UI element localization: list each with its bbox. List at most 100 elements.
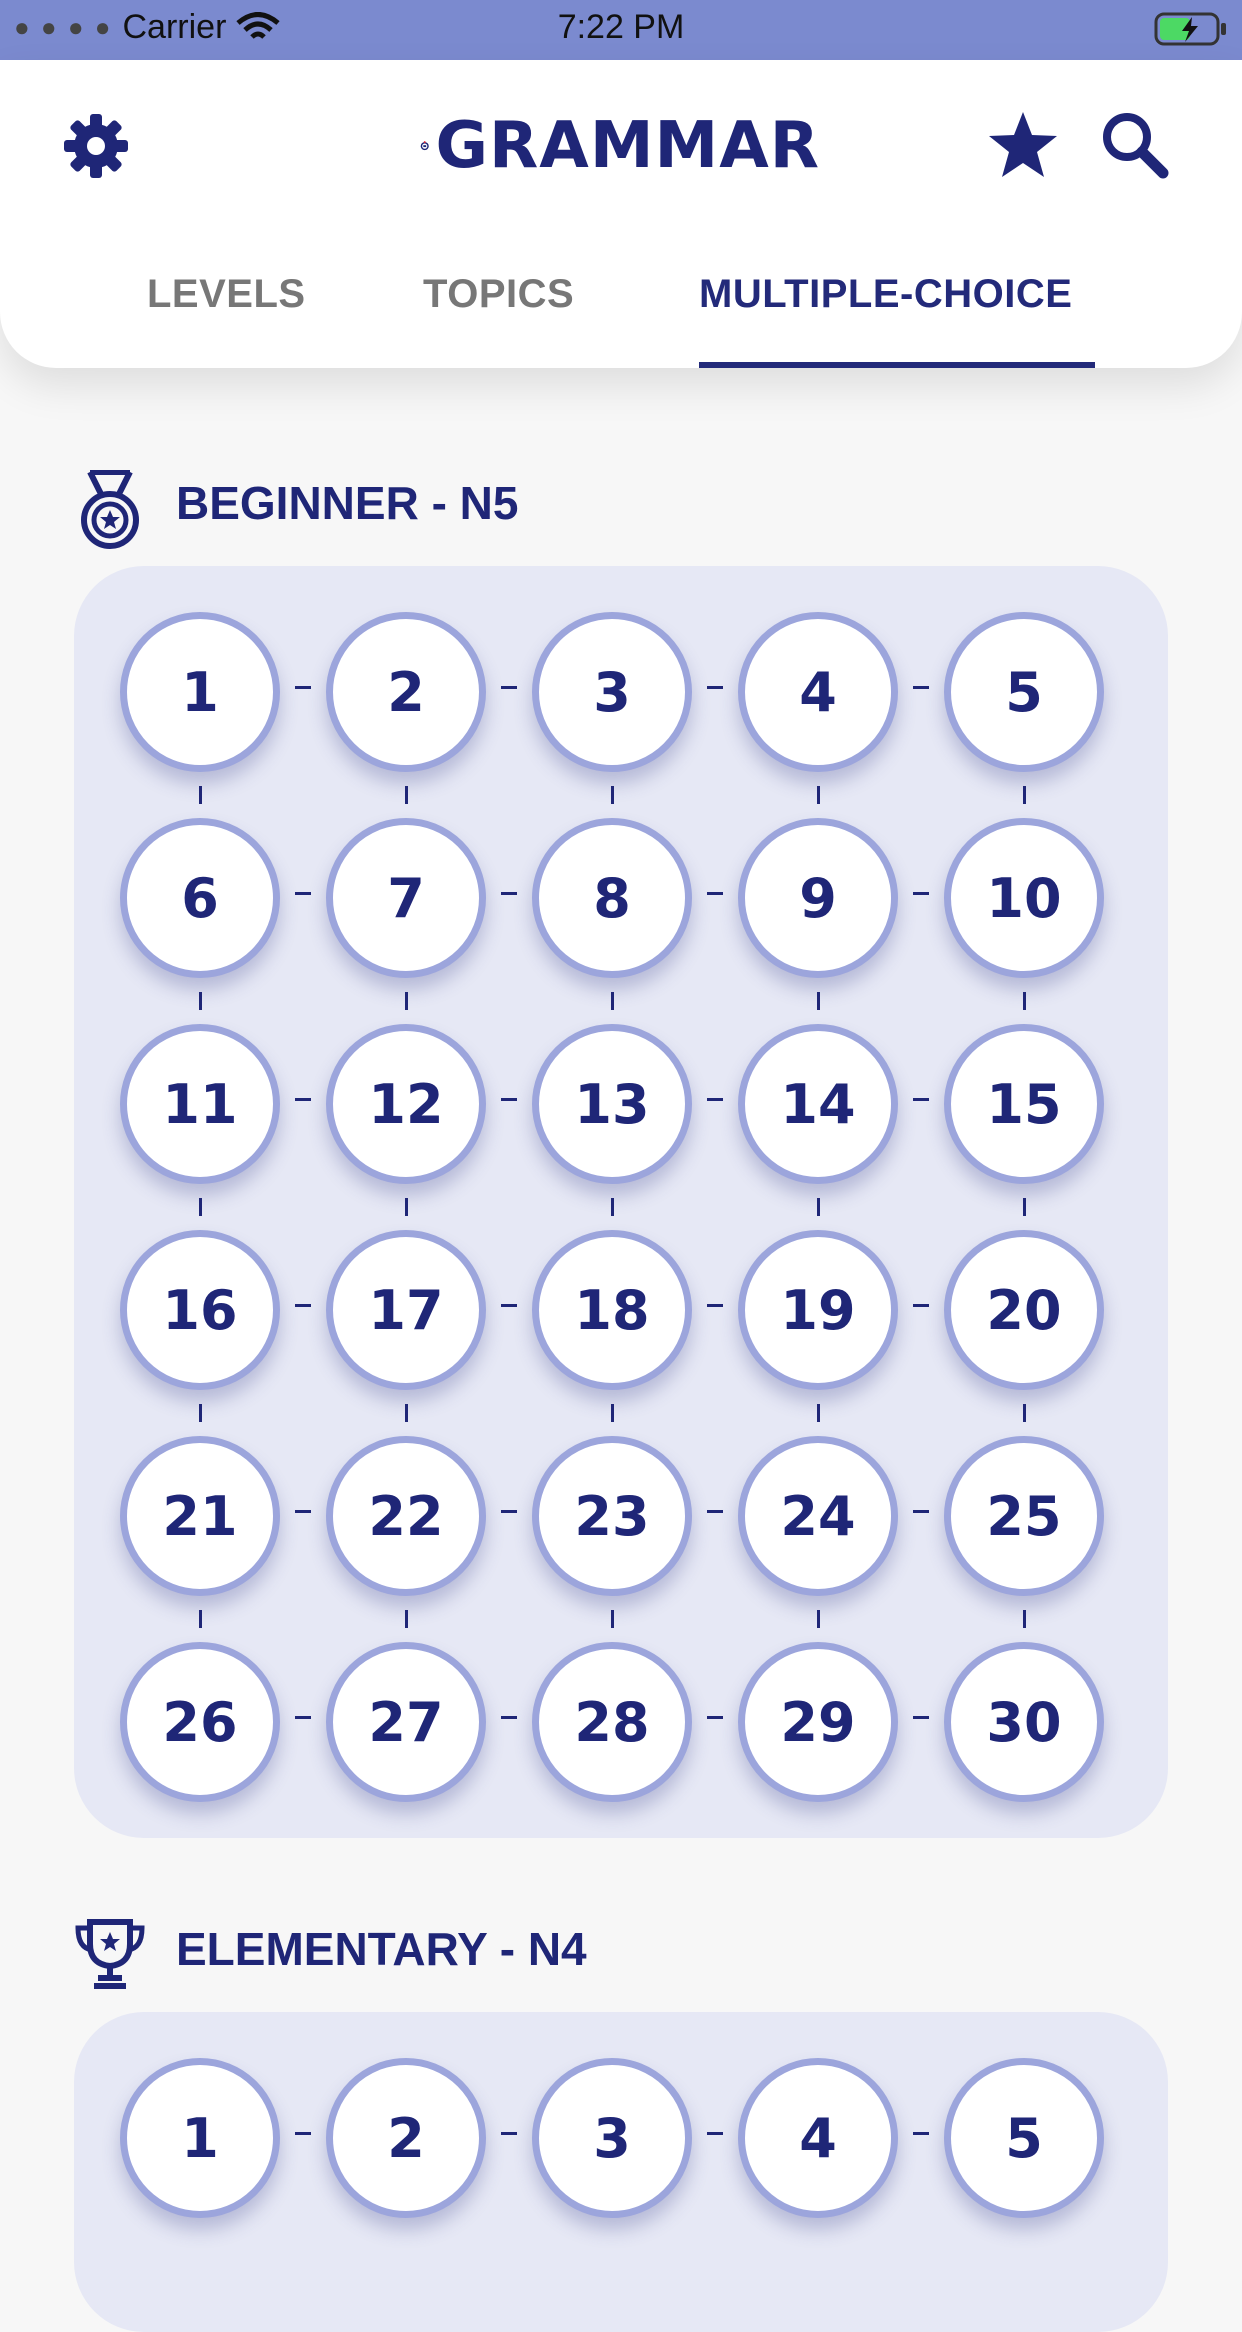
status-time: 7:22 PM [557, 8, 685, 46]
connector-line [913, 686, 929, 689]
level-button[interactable]: 19 [738, 1230, 898, 1390]
connector-line [817, 992, 820, 1010]
connector-line [405, 1610, 408, 1628]
section-title-beginner: BEGINNER - N5 [176, 477, 519, 529]
battery-icon [1154, 12, 1228, 51]
level-button[interactable]: 7 [326, 818, 486, 978]
connector-line [295, 1098, 311, 1101]
connector-line [405, 1404, 408, 1422]
connector-line [1023, 1404, 1026, 1422]
level-button[interactable]: 20 [944, 1230, 1104, 1390]
connector-line [501, 892, 517, 895]
connector-line [405, 786, 408, 804]
level-button[interactable]: 28 [532, 1642, 692, 1802]
connector-line [913, 1304, 929, 1307]
level-button[interactable]: 11 [120, 1024, 280, 1184]
level-button[interactable]: 9 [738, 818, 898, 978]
connector-line [913, 892, 929, 895]
level-button[interactable]: 3 [532, 612, 692, 772]
connector-line [405, 992, 408, 1010]
settings-gear-icon[interactable] [60, 110, 132, 182]
connector-line [913, 1098, 929, 1101]
connector-line [817, 1610, 820, 1628]
level-button[interactable]: 4 [738, 2058, 898, 2218]
connector-line [501, 686, 517, 689]
level-button[interactable]: 2 [326, 2058, 486, 2218]
level-button[interactable]: 5 [944, 612, 1104, 772]
level-button[interactable]: 1 [120, 612, 280, 772]
search-icon[interactable] [1096, 106, 1174, 184]
tab-topics[interactable]: TOPICS [423, 272, 574, 317]
level-button[interactable]: 17 [326, 1230, 486, 1390]
level-button[interactable]: 3 [532, 2058, 692, 2218]
level-button[interactable]: 27 [326, 1642, 486, 1802]
connector-line [199, 1404, 202, 1422]
level-button[interactable]: 14 [738, 1024, 898, 1184]
app-logo: GRAMMAR [420, 96, 820, 196]
connector-line [501, 1098, 517, 1101]
level-button[interactable]: 2 [326, 612, 486, 772]
level-button[interactable]: 18 [532, 1230, 692, 1390]
level-button[interactable]: 29 [738, 1642, 898, 1802]
connector-line [199, 992, 202, 1010]
connector-line [707, 2132, 723, 2135]
level-button[interactable]: 21 [120, 1436, 280, 1596]
level-button[interactable]: 12 [326, 1024, 486, 1184]
connector-line [913, 1716, 929, 1719]
level-button[interactable]: 15 [944, 1024, 1104, 1184]
connector-line [1023, 1198, 1026, 1216]
level-button[interactable]: 24 [738, 1436, 898, 1596]
level-button[interactable]: 23 [532, 1436, 692, 1596]
level-button[interactable]: 22 [326, 1436, 486, 1596]
connector-line [1023, 786, 1026, 804]
connector-line [707, 686, 723, 689]
level-button[interactable]: 26 [120, 1642, 280, 1802]
active-tab-indicator [699, 362, 1095, 368]
connector-line [295, 1304, 311, 1307]
connector-line [295, 892, 311, 895]
connector-line [817, 786, 820, 804]
level-button[interactable]: 16 [120, 1230, 280, 1390]
connector-line [199, 1198, 202, 1216]
level-button[interactable]: 13 [532, 1024, 692, 1184]
level-button[interactable]: 6 [120, 818, 280, 978]
medal-icon [76, 469, 144, 555]
connector-line [611, 1610, 614, 1628]
connector-line [1023, 1610, 1026, 1628]
tab-levels[interactable]: LEVELS [147, 272, 306, 317]
tab-multiple-choice[interactable]: MULTIPLE-CHOICE [699, 272, 1072, 317]
connector-line [295, 2132, 311, 2135]
section-title-elementary: ELEMENTARY - N4 [176, 1923, 587, 1975]
connector-line [1023, 992, 1026, 1010]
favorites-star-icon[interactable] [984, 106, 1062, 184]
connector-line [817, 1404, 820, 1422]
logo-text: GRAMMAR [435, 109, 820, 183]
connector-line [817, 1198, 820, 1216]
connector-line [707, 1510, 723, 1513]
connector-line [295, 1510, 311, 1513]
level-button[interactable]: 5 [944, 2058, 1104, 2218]
level-button[interactable]: 4 [738, 612, 898, 772]
level-button[interactable]: 1 [120, 2058, 280, 2218]
level-button[interactable]: 8 [532, 818, 692, 978]
logo-mascot-icon [420, 141, 429, 151]
level-button[interactable]: 10 [944, 818, 1104, 978]
trophy-icon [72, 1916, 148, 1997]
connector-line [295, 1716, 311, 1719]
connector-line [611, 992, 614, 1010]
connector-line [405, 1198, 408, 1216]
connector-line [501, 1304, 517, 1307]
level-button[interactable]: 30 [944, 1642, 1104, 1802]
level-button[interactable]: 25 [944, 1436, 1104, 1596]
connector-line [295, 686, 311, 689]
connector-line [611, 1198, 614, 1216]
connector-line [611, 1404, 614, 1422]
connector-line [501, 1716, 517, 1719]
connector-line [611, 786, 614, 804]
app-header: GRAMMAR LEVELS TOPICS MULTIPLE-CHOICE [0, 60, 1242, 368]
connector-line [707, 1098, 723, 1101]
connector-line [707, 1304, 723, 1307]
connector-line [707, 892, 723, 895]
tab-bar: LEVELS TOPICS MULTIPLE-CHOICE [0, 260, 1242, 368]
connector-line [501, 1510, 517, 1513]
